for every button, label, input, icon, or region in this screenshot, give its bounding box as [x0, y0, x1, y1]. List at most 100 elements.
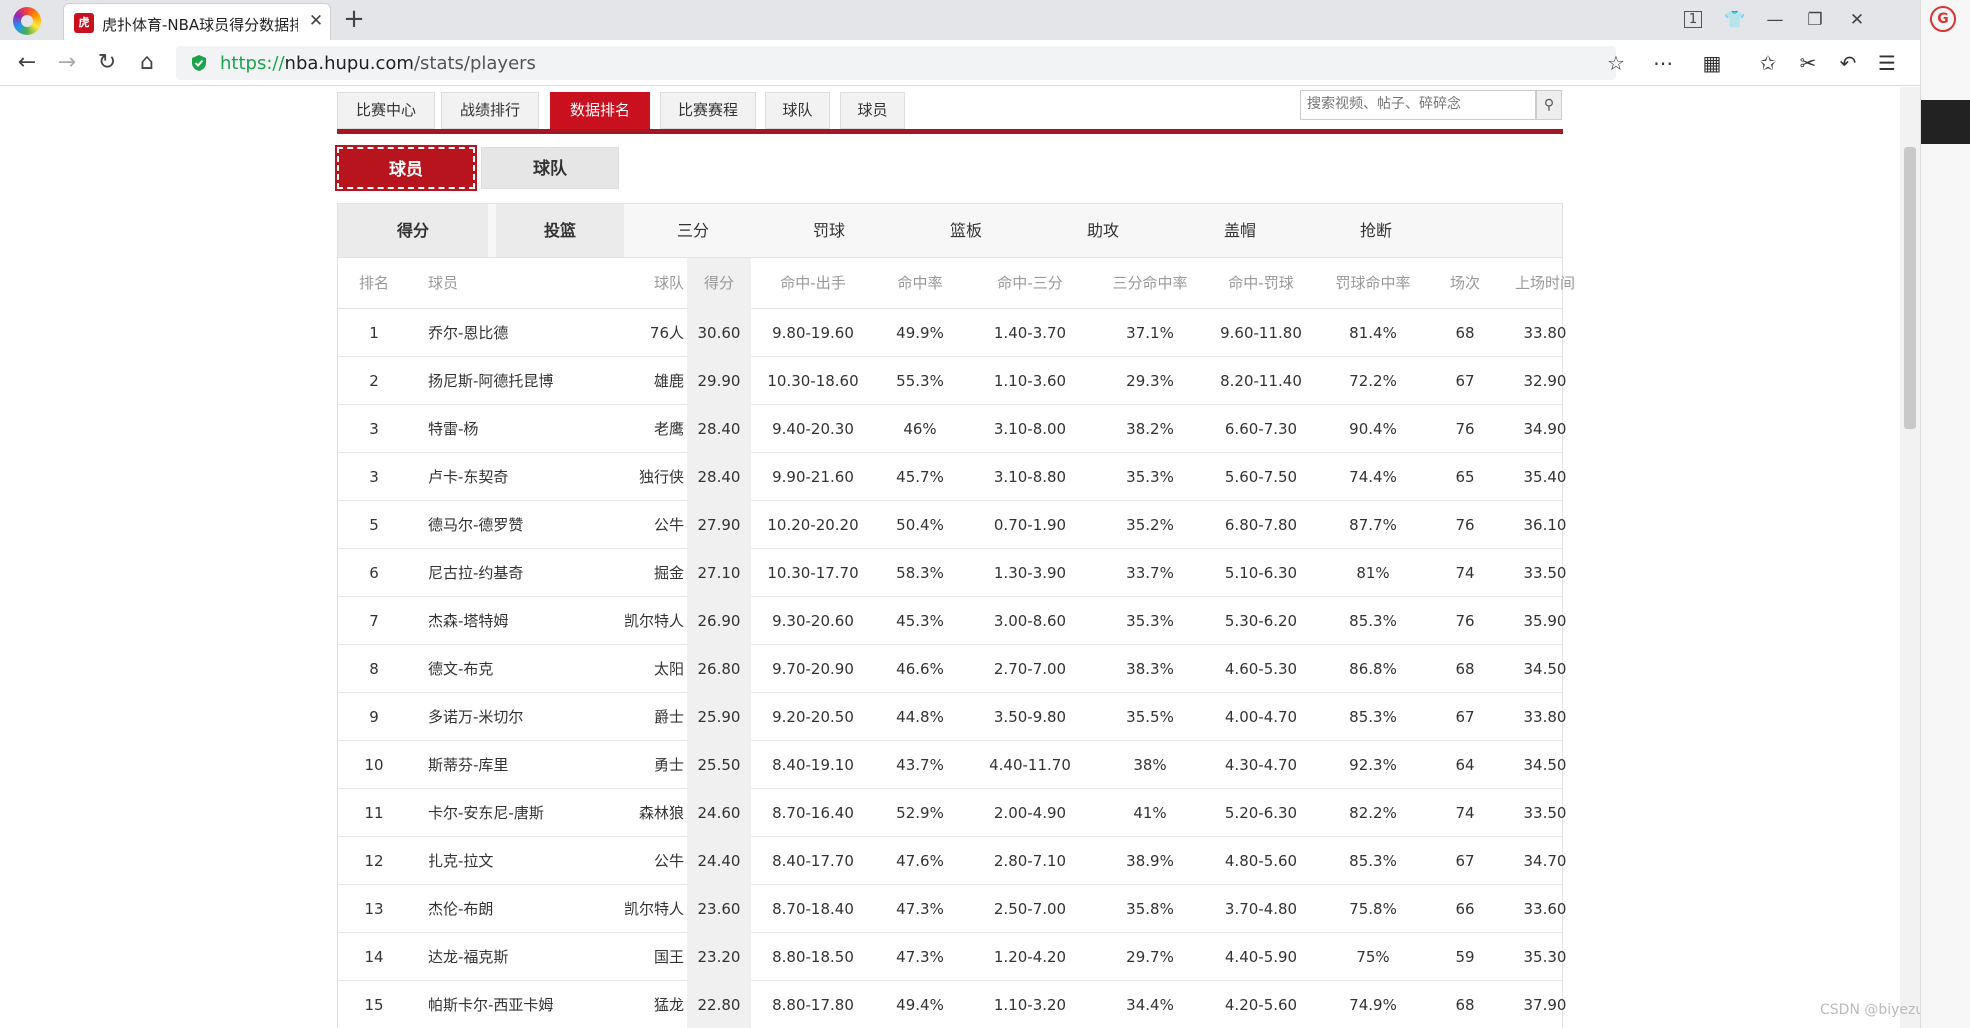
cell-minutes: 33.80: [1523, 324, 1567, 342]
header-fg-pct: 命中率: [897, 274, 943, 292]
nav-standings[interactable]: 战绩排行: [441, 92, 539, 129]
tab-count-label: 1: [1683, 11, 1703, 28]
cell-ft-pct: 74.4%: [1349, 468, 1397, 486]
cell-fg-pct: 46.6%: [896, 660, 944, 678]
nav-stats-ranking[interactable]: 数据排名: [550, 92, 650, 129]
cell-rank: 3: [369, 468, 379, 486]
table-row[interactable]: 1 乔尔-恩比德 76人 30.60 9.80-19.60 49.9% 1.40-3.70 3…: [338, 309, 1566, 357]
browser-window: 虎扑 虎扑体育-NBA球员得分数据排 ✕ + 1 👕 — ❐ ✕ ← → ↻ ⌂…: [0, 0, 1954, 1028]
browser-logo-icon[interactable]: [13, 7, 41, 35]
stat-tab-shooting[interactable]: 投篮: [496, 204, 624, 257]
tab-close-icon[interactable]: ✕: [305, 10, 327, 32]
reload-icon[interactable]: ↻: [92, 48, 122, 78]
cell-fg-pct: 44.8%: [896, 708, 944, 726]
tab-players[interactable]: 球员: [335, 145, 477, 191]
table-row[interactable]: 7 杰森-塔特姆 凯尔特人 26.90 9.30-20.60 45.3% 3.00-8.60…: [338, 597, 1566, 645]
cell-three-pct: 35.3%: [1126, 612, 1174, 630]
url-field[interactable]: https://nba.hupu.com/stats/players ☆: [176, 46, 1625, 80]
url-path: /stats/players: [413, 53, 536, 74]
more-icon[interactable]: ⋯: [1648, 48, 1678, 78]
cell-games-played: 76: [1455, 516, 1475, 534]
menu-icon[interactable]: ☰: [1872, 48, 1902, 78]
undo-icon[interactable]: ↶: [1833, 48, 1863, 78]
hupu-favicon-icon: 虎扑: [74, 13, 94, 49]
home-icon[interactable]: ⌂: [132, 48, 162, 78]
page-viewport: 比赛中心 战绩排行 数据排名 比赛赛程 球队 球员 ⚲ 球员 球队 得分 投篮 …: [0, 87, 1900, 1028]
table-row[interactable]: 15 帕斯卡尔-西亚卡姆 猛龙 22.80 8.80-17.80 49.4% 1.10-3.…: [338, 981, 1566, 1028]
bookmark-star-icon[interactable]: ☆: [1601, 48, 1631, 78]
cell-ft-made-attempted: 4.40-5.90: [1224, 948, 1298, 966]
table-row[interactable]: 13 杰伦-布朗 凯尔特人 23.60 8.70-18.40 47.3% 2.50-7.00…: [338, 885, 1566, 933]
table-row[interactable]: 3 卢卡-东契奇 独行侠 28.40 9.90-21.60 45.7% 3.10-8.80 3…: [338, 453, 1566, 501]
restore-icon[interactable]: ❐: [1800, 6, 1830, 34]
skin-icon[interactable]: 👕: [1720, 6, 1750, 34]
table-row[interactable]: 3 特雷-杨 老鹰 28.40 9.40-20.30 46% 3.10-8.00 38.2% 6…: [338, 405, 1566, 453]
cell-minutes: 37.90: [1523, 996, 1567, 1014]
header-games-played: 场次: [1449, 274, 1480, 292]
cell-ft-made-attempted: 5.30-6.20: [1224, 612, 1298, 630]
stat-tab-blocks[interactable]: 盖帽: [1175, 204, 1305, 257]
cell-team: 太阳: [653, 660, 684, 678]
side-browser-logo-icon[interactable]: G: [1930, 6, 1956, 32]
cell-minutes: 33.80: [1523, 708, 1567, 726]
cell-three-pct: 35.5%: [1126, 708, 1174, 726]
table-row[interactable]: 14 达龙-福克斯 国王 23.20 8.80-18.50 47.3% 1.20-4.20 2…: [338, 933, 1566, 981]
cell-team: 森林狼: [638, 804, 684, 822]
cell-ft-pct: 72.2%: [1349, 372, 1397, 390]
cell-fg-made-attempted: 8.40-17.70: [772, 852, 854, 870]
cell-points: 30.60: [687, 309, 751, 357]
cell-three-pct: 29.7%: [1126, 948, 1174, 966]
header-ft-made-attempted: 命中-罚球: [1228, 274, 1294, 292]
stat-tab-points[interactable]: 得分: [338, 204, 488, 257]
cell-fg-made-attempted: 8.70-18.40: [772, 900, 854, 918]
stat-tab-free-throws[interactable]: 罚球: [764, 204, 894, 257]
table-row[interactable]: 9 多诺万-米切尔 爵士 25.90 9.20-20.50 44.8% 3.50-9.80 3…: [338, 693, 1566, 741]
cell-points: 24.60: [687, 789, 751, 837]
table-row[interactable]: 10 斯蒂芬-库里 勇士 25.50 8.40-19.10 43.7% 4.40-11.70…: [338, 741, 1566, 789]
minimize-icon[interactable]: —: [1760, 6, 1790, 34]
cell-team: 掘金: [653, 564, 684, 582]
cell-minutes: 34.70: [1523, 852, 1567, 870]
table-row[interactable]: 5 德马尔-德罗赞 公牛 27.90 10.20-20.20 50.4% 0.70-1.90…: [338, 501, 1566, 549]
browser-tab[interactable]: 虎扑 虎扑体育-NBA球员得分数据排 ✕: [63, 3, 331, 49]
stat-tab-rebounds[interactable]: 篮板: [901, 204, 1031, 257]
nav-game-center[interactable]: 比赛中心: [337, 92, 435, 129]
cell-ft-pct: 87.7%: [1349, 516, 1397, 534]
scissors-icon[interactable]: ✂: [1793, 48, 1823, 78]
nav-schedule[interactable]: 比赛赛程: [660, 92, 756, 129]
cell-fg-pct: 58.3%: [896, 564, 944, 582]
cell-three-pct: 41%: [1133, 804, 1167, 822]
stat-tab-three-pointers[interactable]: 三分: [628, 204, 758, 257]
cell-team: 爵士: [653, 708, 684, 726]
page-scrollbar[interactable]: [1900, 87, 1920, 1028]
table-row[interactable]: 11 卡尔-安东尼-唐斯 森林狼 24.60 8.70-16.40 52.9% 2.00-4…: [338, 789, 1566, 837]
stat-tab-assists[interactable]: 助攻: [1038, 204, 1168, 257]
table-row[interactable]: 12 扎克-拉文 公牛 24.40 8.40-17.70 47.6% 2.80-7.10 38…: [338, 837, 1566, 885]
nav-teams[interactable]: 球队: [765, 92, 830, 129]
nav-players[interactable]: 球员: [840, 92, 905, 129]
tab-count-button[interactable]: 1: [1678, 6, 1708, 34]
back-icon[interactable]: ←: [12, 48, 42, 78]
forward-icon[interactable]: →: [52, 48, 82, 78]
site-search-field[interactable]: [1300, 90, 1536, 120]
stat-tab-steals[interactable]: 抢断: [1311, 204, 1441, 257]
tab-teams[interactable]: 球队: [481, 147, 619, 189]
site-search-input[interactable]: [1307, 96, 1527, 112]
cell-three-made-attempted: 2.80-7.10: [993, 852, 1067, 870]
close-window-icon[interactable]: ✕: [1842, 6, 1872, 34]
table-row[interactable]: 8 德文-布克 太阳 26.80 9.70-20.90 46.6% 2.70-7.00 38.…: [338, 645, 1566, 693]
search-icon[interactable]: ⚲: [1536, 90, 1562, 120]
table-row[interactable]: 2 扬尼斯-阿德托昆博 雄鹿 29.90 10.30-18.60 55.3% 1.10-3.…: [338, 357, 1566, 405]
cell-minutes: 32.90: [1523, 372, 1567, 390]
cell-ft-made-attempted: 5.20-6.30: [1224, 804, 1298, 822]
favorites-icon[interactable]: ✩: [1753, 48, 1783, 78]
cell-team: 勇士: [653, 756, 684, 774]
cell-points: 25.90: [687, 693, 751, 741]
table-row[interactable]: 6 尼古拉-约基奇 掘金 27.10 10.30-17.70 58.3% 1.30-3.90…: [338, 549, 1566, 597]
cell-three-made-attempted: 3.10-8.00: [993, 420, 1067, 438]
cell-three-pct: 38.9%: [1126, 852, 1174, 870]
cell-fg-made-attempted: 9.20-20.50: [772, 708, 854, 726]
new-tab-button[interactable]: +: [340, 6, 368, 34]
apps-grid-icon[interactable]: ▦: [1697, 48, 1727, 78]
scroll-thumb[interactable]: [1904, 147, 1916, 429]
